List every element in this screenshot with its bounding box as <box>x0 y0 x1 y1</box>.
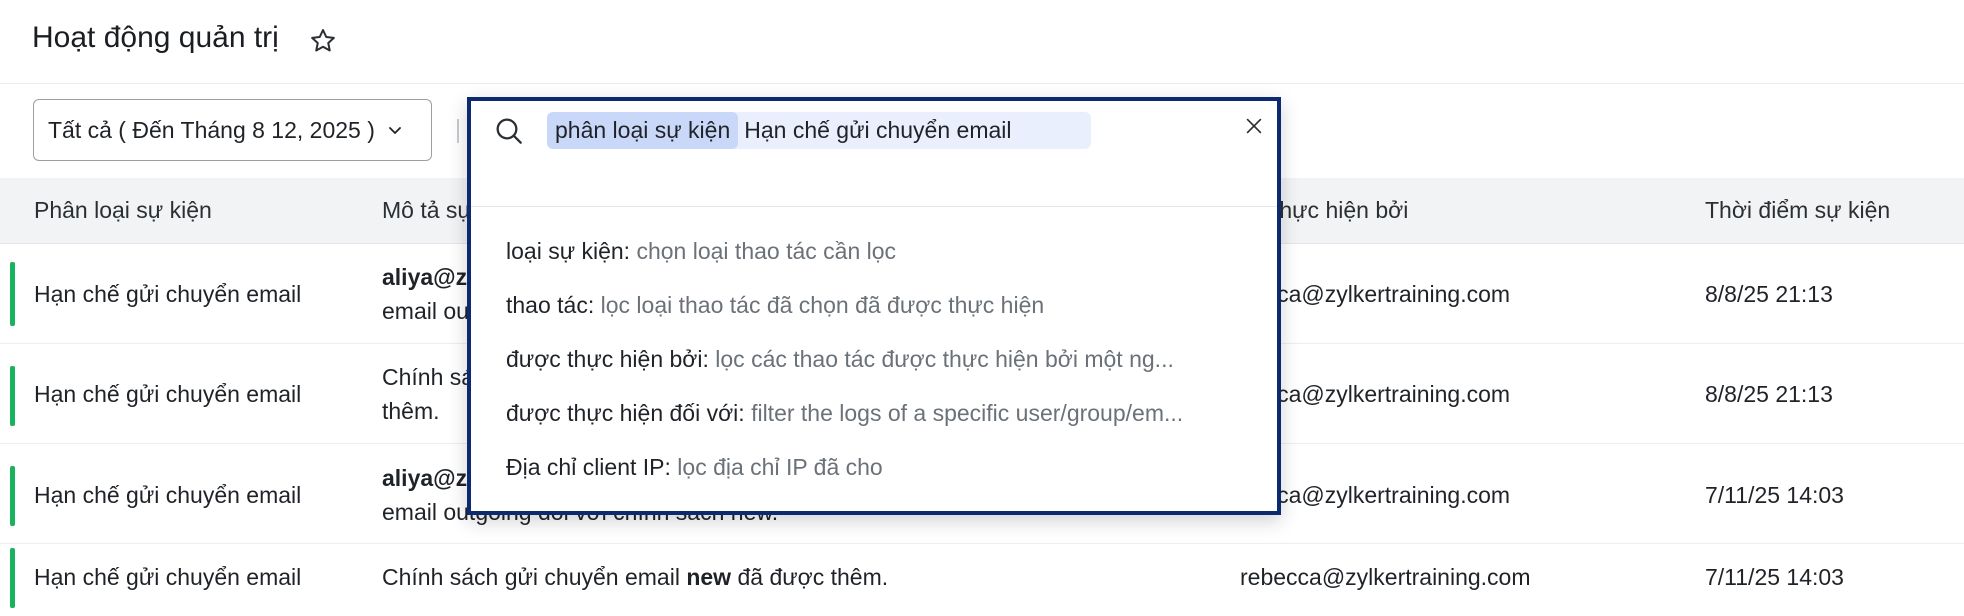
chevron-down-icon <box>388 127 401 134</box>
status-bar <box>10 548 15 608</box>
suggestion-operation[interactable]: thao tác: lọc loại thao tác đã chọn đã đ… <box>506 292 1044 319</box>
suggestion-hint: chọn loại thao tác cần lọc <box>636 238 897 264</box>
row-description-text: Chính sách gửi chuyển email <box>382 564 687 590</box>
suggestion-hint: lọc các thao tác được thực hiện bởi một … <box>715 346 1174 372</box>
row-description-user: aliya@z <box>382 465 468 491</box>
star-icon[interactable] <box>308 26 338 56</box>
search-token-value: Hạn chế gửi chuyển email <box>744 117 1012 143</box>
row-category: Hạn chế gửi chuyển email <box>34 281 302 307</box>
status-bar <box>10 366 15 426</box>
suggestion-key: Địa chỉ client IP: <box>506 454 671 480</box>
row-actor: rebecca@zylkertraining.com <box>1240 564 1531 590</box>
table-row[interactable]: Hạn chế gửi chuyển email Chính sách gửi … <box>0 544 1964 616</box>
suggestion-performed-by[interactable]: được thực hiện bởi: lọc các thao tác đượ… <box>506 346 1174 373</box>
row-description-policy: new <box>686 564 732 590</box>
admin-activity-page: Hoạt động quản trị Tất cả ( Đến Tháng 8 … <box>0 0 1964 616</box>
time-filter-value: Tất cả ( Đến Tháng 8 12, 2025 ) <box>48 116 375 143</box>
toolbar-divider <box>457 119 459 143</box>
row-description: Chính sách gửi chuyển email new đã được … <box>382 564 888 591</box>
search-filter-popup: phân loại sự kiện Hạn chế gửi chuyển ema… <box>467 97 1281 515</box>
suggestion-event-type[interactable]: loại sự kiện: chọn loại thao tác cần lọc <box>506 238 896 265</box>
row-category: Hạn chế gửi chuyển email <box>34 381 302 407</box>
row-category: Hạn chế gửi chuyển email <box>34 564 302 590</box>
column-header-description[interactable]: Mô tả sự <box>382 197 473 224</box>
suggestion-client-ip[interactable]: Địa chỉ client IP: lọc địa chỉ IP đã cho <box>506 454 883 481</box>
row-description-suffix: đã được thêm. <box>731 564 889 590</box>
column-header-category[interactable]: Phân loại sự kiện <box>34 197 212 224</box>
column-header-event-time[interactable]: Thời điểm sự kiện <box>1705 197 1890 224</box>
status-bar <box>10 262 15 326</box>
suggestion-hint: lọc địa chỉ IP đã cho <box>677 454 883 480</box>
search-token[interactable]: phân loại sự kiện Hạn chế gửi chuyển ema… <box>547 112 1091 149</box>
row-description-user: aliya@z <box>382 264 468 290</box>
suggestion-hint: lọc loại thao tác đã chọn đã được thực h… <box>600 292 1045 318</box>
page-header: Hoạt động quản trị <box>0 0 1964 84</box>
search-icon <box>496 118 522 144</box>
suggestion-performed-on[interactable]: được thực hiện đối với: filter the logs … <box>506 400 1183 427</box>
suggestion-key: thao tác: <box>506 292 595 318</box>
row-time: 8/8/25 21:13 <box>1705 281 1833 307</box>
close-icon[interactable] <box>1243 115 1265 137</box>
status-bar <box>10 466 15 526</box>
row-category: Hạn chế gửi chuyển email <box>34 482 302 508</box>
row-time: 7/11/25 14:03 <box>1705 564 1844 590</box>
suggestion-key: được thực hiện bởi: <box>506 346 709 372</box>
suggestion-hint: filter the logs of a specific user/group… <box>751 400 1184 426</box>
row-time: 7/11/25 14:03 <box>1705 482 1844 508</box>
row-time: 8/8/25 21:13 <box>1705 381 1833 407</box>
suggestion-key: loại sự kiện: <box>506 238 631 264</box>
time-filter-select[interactable]: Tất cả ( Đến Tháng 8 12, 2025 ) <box>33 99 432 161</box>
suggestion-key: được thực hiện đối với: <box>506 400 745 426</box>
search-input[interactable]: phân loại sự kiện Hạn chế gửi chuyển ema… <box>471 101 1277 207</box>
page-title: Hoạt động quản trị <box>32 21 279 54</box>
search-token-key: phân loại sự kiện <box>547 112 739 149</box>
